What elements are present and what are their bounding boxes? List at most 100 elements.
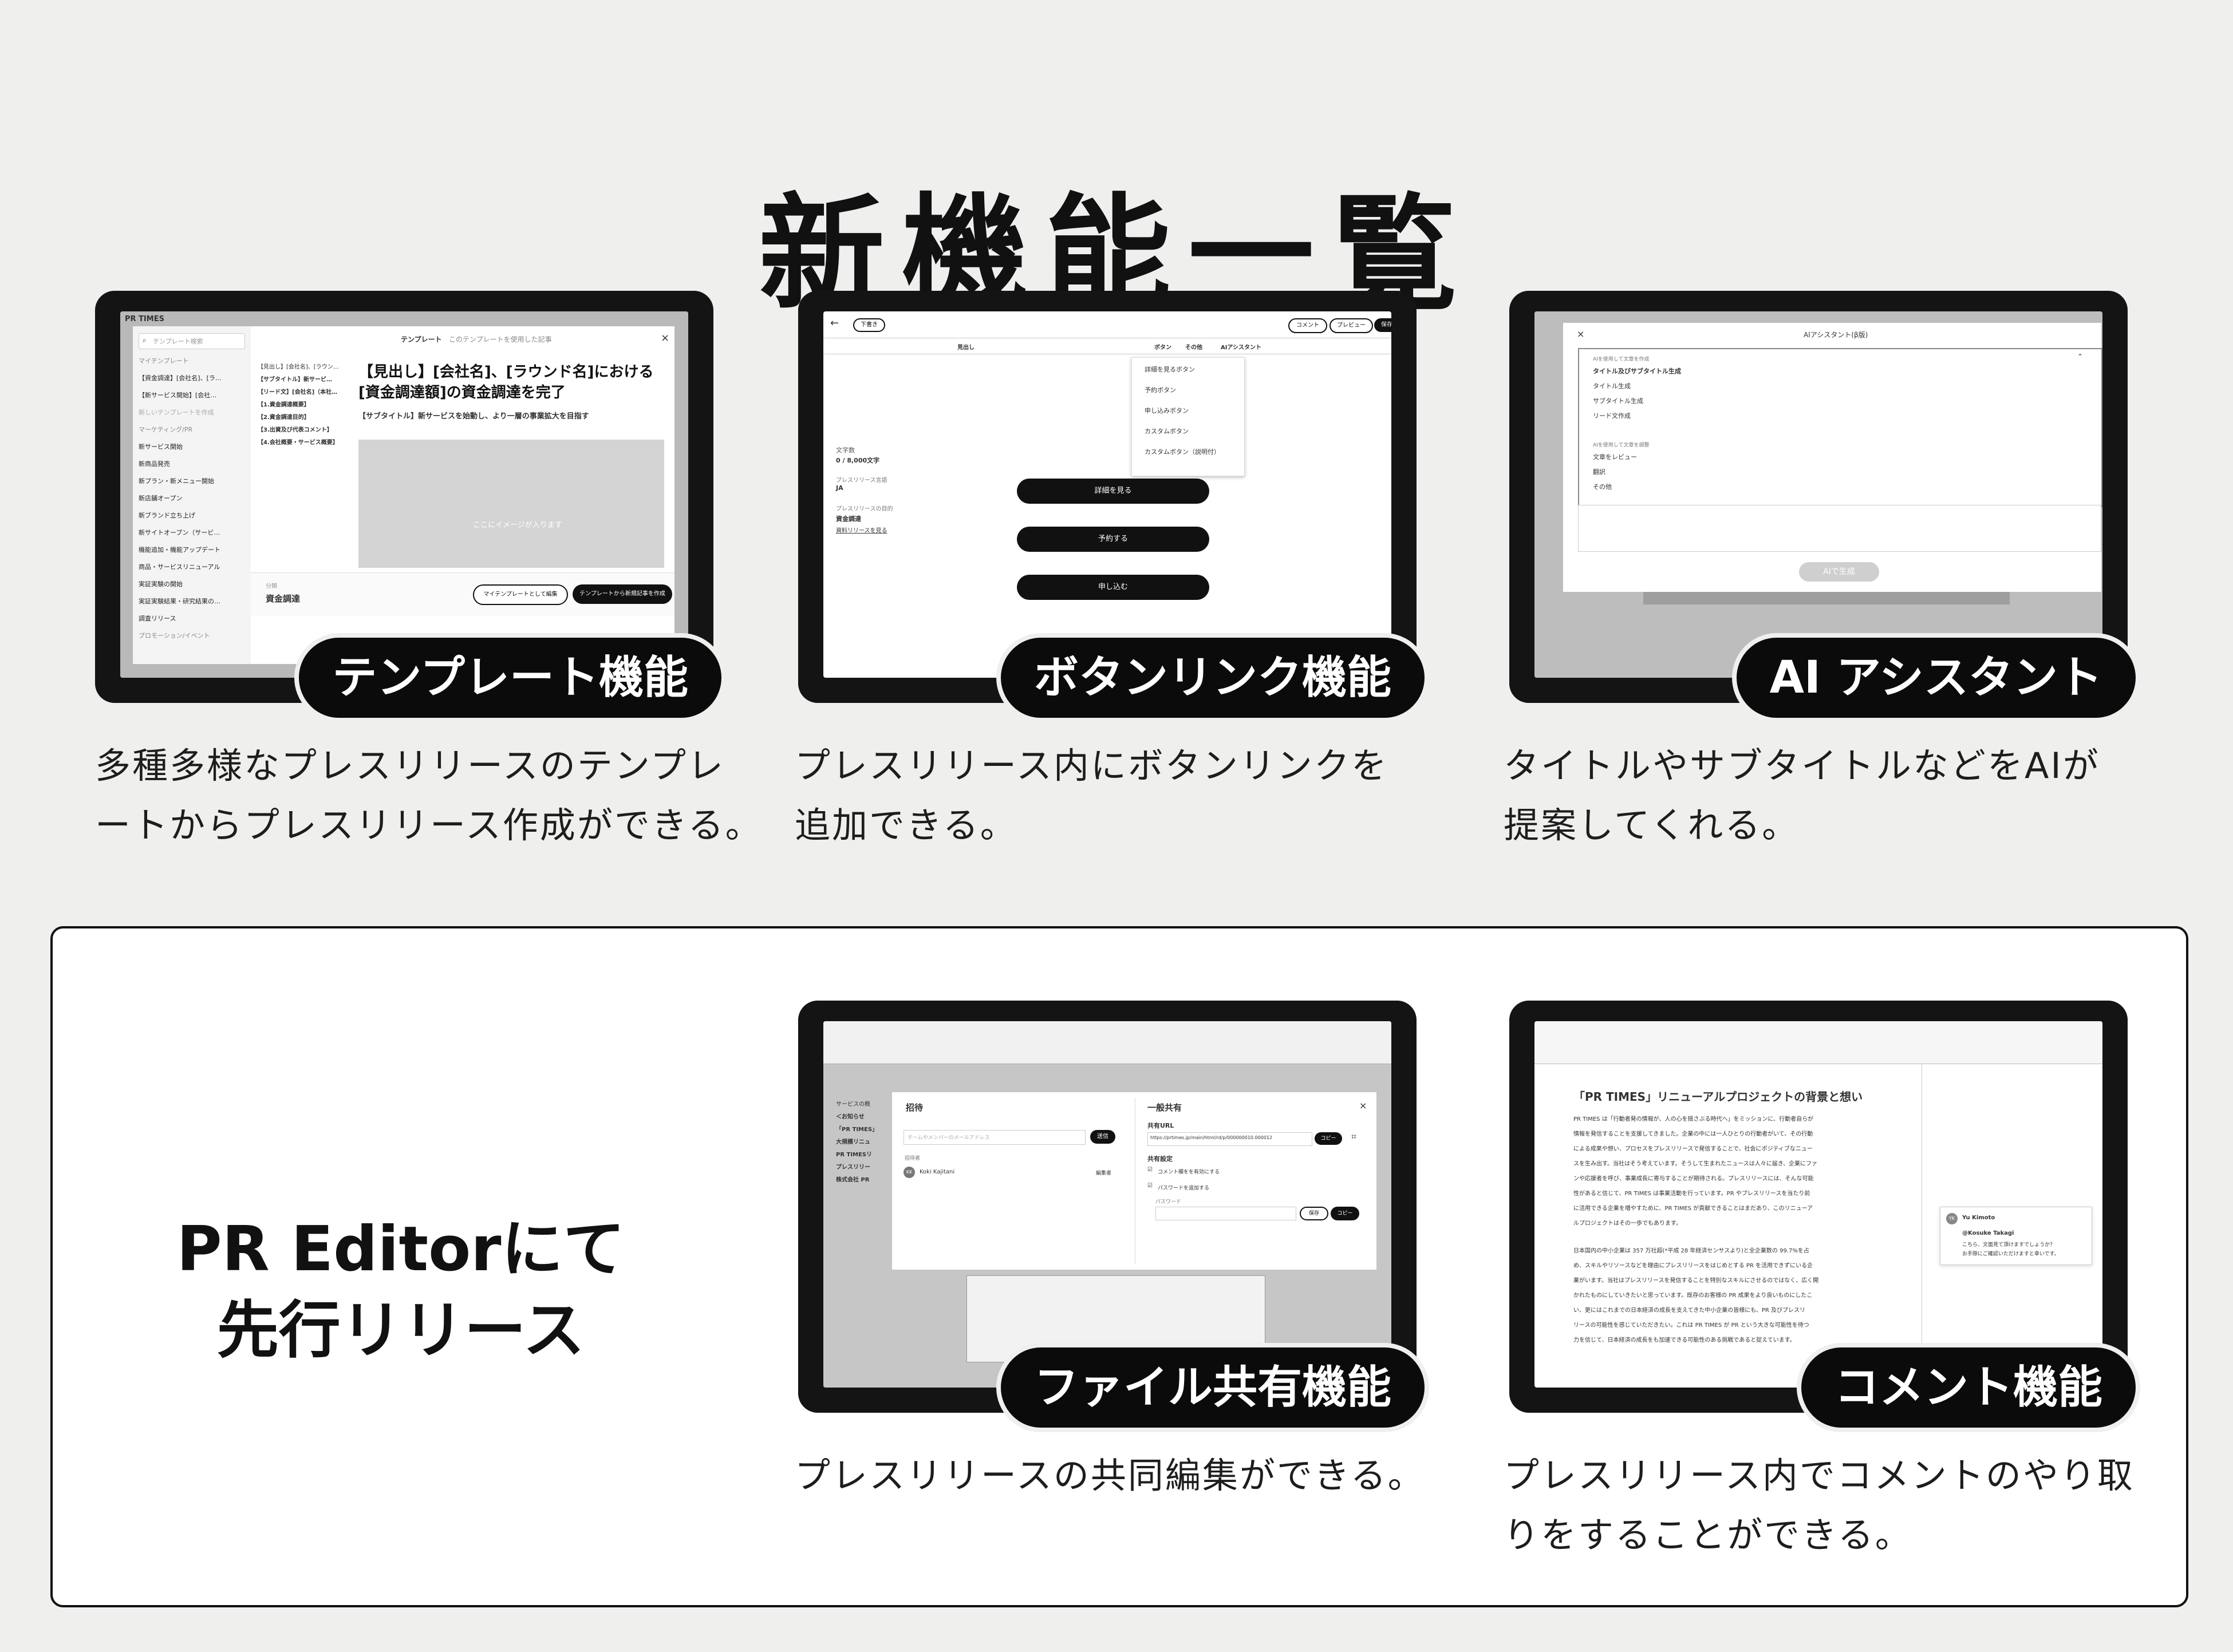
outline-item: 大規模リニュ bbox=[836, 1139, 870, 1145]
ai-option[interactable]: その他 bbox=[1593, 482, 1612, 491]
comment-screenshot: 「PR TIMES」リニューアルプロジェクトの背景と想い PR TIMES は「… bbox=[1534, 1021, 2102, 1388]
sidebar-item[interactable]: 実証実験の開始 bbox=[139, 579, 183, 588]
early-release-text: PR Editorにて 先行リリース bbox=[176, 1214, 625, 1366]
feature-label: ファイル共有機能 bbox=[996, 1343, 1429, 1432]
sidebar-item[interactable]: 機能追加・機能アップデート bbox=[139, 545, 220, 554]
outline-item: サービスの概 bbox=[836, 1101, 870, 1108]
comment-button[interactable]: コメント bbox=[1288, 318, 1327, 333]
feature-label: ボタンリンク機能 bbox=[996, 633, 1429, 722]
sidebar-item[interactable]: 調査リリース bbox=[139, 614, 176, 623]
ai-option[interactable]: リード文作成 bbox=[1593, 411, 1631, 420]
inserted-link-button[interactable]: 詳細を見る bbox=[1017, 479, 1209, 504]
sidebar-item[interactable]: 新サイトオープン（サービ… bbox=[139, 528, 220, 537]
template-screenshot: PR TIMES テンプレート検索 ⌕ マイテンプレート 【資金調達】[会社名]、… bbox=[120, 311, 688, 678]
tab-used-articles[interactable]: このテンプレートを使用した記事 bbox=[449, 334, 552, 344]
modal-title: AIアシスタント(β版) bbox=[1804, 331, 1868, 339]
inserted-link-button[interactable]: 予約する bbox=[1017, 527, 1209, 552]
sidebar-item[interactable]: プロモーション/イベント bbox=[139, 631, 210, 640]
sidebar-item[interactable]: マーケティング/PR bbox=[139, 425, 192, 434]
template-search-input[interactable]: テンプレート検索 ⌕ bbox=[139, 333, 245, 349]
option-group-caption: AIを使用して文章を作成 bbox=[1593, 357, 1650, 362]
invite-email-input[interactable]: チームやメンバーのメールアドレス bbox=[904, 1130, 1086, 1145]
member-role-select[interactable]: 編集者 bbox=[1096, 1169, 1111, 1176]
paragraph-line: め、スキルやリソースなどを理由にプレスリリースをはじめとする PR を活用できず… bbox=[1573, 1263, 1813, 1269]
sidebar-item[interactable]: 新しいテンプレートを作成 bbox=[139, 408, 214, 417]
copy-url-button[interactable]: コピー bbox=[1315, 1132, 1342, 1145]
ai-option[interactable]: タイトル生成 bbox=[1593, 381, 1631, 390]
toolbar-item[interactable]: AIアシスタント bbox=[1221, 342, 1261, 351]
ai-action-select[interactable]: ⌃ AIを使用して文章を作成 タイトル及びサブタイトル生成 タイトル生成 サブタイトル… bbox=[1578, 348, 2102, 507]
sidebar-item[interactable]: 【新サービス開始】[会社… bbox=[139, 390, 216, 400]
comment-card[interactable]: YK Yu Kimoto @Kosuke Takagi こちら、文面見て頂けます… bbox=[1940, 1207, 2092, 1265]
close-icon[interactable]: × bbox=[1359, 1100, 1367, 1111]
sidebar-item[interactable]: 新プラン・新メニュー開始 bbox=[139, 476, 214, 485]
qr-code-icon[interactable]: ⌗ bbox=[1351, 1131, 1356, 1143]
outline-item: PR TIMESリ bbox=[836, 1152, 873, 1158]
search-icon: ⌕ bbox=[143, 336, 147, 344]
toolbar-item[interactable]: ボタン bbox=[1154, 342, 1171, 351]
outline-item[interactable]: 【1.資金調達概要】 bbox=[258, 400, 310, 408]
checkbox-comment[interactable]: ☑ bbox=[1147, 1167, 1153, 1173]
button-menu-item[interactable]: 申し込みボタン bbox=[1145, 406, 1189, 415]
sidebar-item[interactable]: 新商品発売 bbox=[139, 459, 170, 468]
create-from-template-button[interactable]: テンプレートから新規記事を作成 bbox=[573, 584, 672, 604]
outline-item[interactable]: 【3.出資及び代表コメント】 bbox=[258, 425, 333, 433]
purpose-link[interactable]: 資料リリースを見る bbox=[836, 525, 887, 534]
paragraph-line: 力を信じて、日本経済の成長をも加速できる可能性のある挑戦であると捉えています。 bbox=[1573, 1337, 1796, 1343]
close-icon[interactable]: × bbox=[661, 332, 669, 344]
tab-template[interactable]: テンプレート bbox=[401, 334, 442, 344]
paragraph-line: PR TIMES は「行動者発の情報が、人の心を揺さぶる時代へ」をミッションに、… bbox=[1573, 1116, 1814, 1123]
ai-generate-button[interactable]: AIで生成 bbox=[1799, 562, 1879, 582]
paragraph-line: ルプロジェクトはその一歩でもあります。 bbox=[1573, 1220, 1682, 1227]
button-menu-item[interactable]: カスタムボタン（説明付） bbox=[1145, 447, 1220, 456]
paragraph-line: スを生み出す。当社はそう考えています。そうして生まれたニュースは人々に届き、企業… bbox=[1573, 1161, 1817, 1167]
password-copy-button[interactable]: コピー bbox=[1331, 1207, 1359, 1220]
sidebar-item[interactable]: マイテンプレート bbox=[139, 356, 188, 365]
password-save-button[interactable]: 保存 bbox=[1300, 1207, 1328, 1220]
close-icon[interactable]: × bbox=[1577, 329, 1584, 339]
paragraph-line: ンや応援者を呼び、事業成長に寄与することが期待される。プレスリリースには、そんな… bbox=[1573, 1176, 1814, 1182]
outline-item[interactable]: 【2.資金調達目的】 bbox=[258, 412, 310, 421]
sidebar-item[interactable]: 新店舗オープン bbox=[139, 493, 182, 503]
sidebar-item[interactable]: 実証実験結果・研究結果の… bbox=[139, 596, 220, 606]
ai-option[interactable]: 翻訳 bbox=[1593, 467, 1605, 476]
inserted-link-button[interactable]: 申し込む bbox=[1017, 575, 1209, 600]
sidebar-item[interactable]: 【資金調達】[会社名]、[ラ… bbox=[139, 373, 222, 382]
feature-description-comment: プレスリリース内でコメントのやり取 りをすることができる。 bbox=[1504, 1455, 2135, 1556]
outline-item[interactable]: 【サブタイトル】新サービ… bbox=[258, 374, 332, 383]
outline-item[interactable]: 【見出し】[会社名]、[ラウン… bbox=[258, 362, 339, 370]
edit-as-my-template-button[interactable]: マイテンプレートとして編集 bbox=[473, 584, 568, 605]
paragraph-line: 日本国内の中小企業は 357 万社超(*平成 28 年経済センサスより)と全企業… bbox=[1573, 1248, 1809, 1254]
outline-item[interactable]: 【リード文】[会社名]（本社… bbox=[258, 387, 337, 396]
feature-card-button-link: ← 下書き コメント プレビュー 保存 見出し ボタン その他 AIアシスタント 文字… bbox=[798, 291, 1429, 722]
ai-option[interactable]: 文章をレビュー bbox=[1593, 452, 1637, 461]
ai-option[interactable]: サブタイトル生成 bbox=[1593, 396, 1643, 405]
sidebar-item[interactable]: 商品・サービスリニューアル bbox=[139, 562, 220, 571]
password-label: パスワード bbox=[1155, 1199, 1182, 1205]
outline-item: ＜お知らせ bbox=[836, 1114, 865, 1120]
back-arrow-icon[interactable]: ← bbox=[830, 317, 839, 329]
checkbox-comment-label: コメント欄をを有効にする bbox=[1158, 1169, 1220, 1175]
save-button[interactable]: 保存 bbox=[1374, 318, 1391, 332]
file-share-screenshot: サービスの概 ＜お知らせ 「PR TIMES」 大規模リニュ PR TIMESリ プレスリ… bbox=[823, 1021, 1391, 1388]
sidebar-item[interactable]: 新ブランド立ち上げ bbox=[139, 511, 195, 520]
button-menu-item[interactable]: 詳細を見るボタン bbox=[1145, 365, 1195, 374]
status-badge[interactable]: 下書き bbox=[853, 318, 885, 332]
paragraph-line: による成果や想い、プロセスをプレスリリースで発信することで、社会にポジティブなニ… bbox=[1573, 1146, 1813, 1152]
toolbar-item[interactable]: 見出し bbox=[957, 342, 975, 351]
outline-item[interactable]: 【4.会社概要・サービス概要】 bbox=[258, 437, 338, 446]
button-menu-item[interactable]: カスタムボタン bbox=[1145, 426, 1189, 436]
editor-header bbox=[823, 1021, 1391, 1064]
share-url-field[interactable]: https://prtimes.jp/main/html/rd/p/000000… bbox=[1147, 1132, 1312, 1146]
preview-button[interactable]: プレビュー bbox=[1329, 318, 1373, 333]
ai-option[interactable]: タイトル及びサブタイトル生成 bbox=[1593, 366, 1681, 376]
button-menu-dropdown: 詳細を見るボタン 予約ボタン申し込みボタン カスタムボタンカスタムボタン（説明付） bbox=[1131, 357, 1245, 476]
sidebar-item[interactable]: 新サービス開始 bbox=[139, 442, 183, 451]
toolbar-item[interactable]: その他 bbox=[1185, 342, 1202, 351]
member-name: Koki Kajitani bbox=[920, 1169, 955, 1175]
password-input[interactable] bbox=[1155, 1207, 1296, 1220]
button-menu-item[interactable]: 予約ボタン bbox=[1145, 385, 1176, 394]
feature-label: テンプレート機能 bbox=[294, 633, 726, 722]
checkbox-password[interactable]: ☑ bbox=[1147, 1183, 1153, 1189]
invite-send-button[interactable]: 送信 bbox=[1090, 1130, 1115, 1144]
